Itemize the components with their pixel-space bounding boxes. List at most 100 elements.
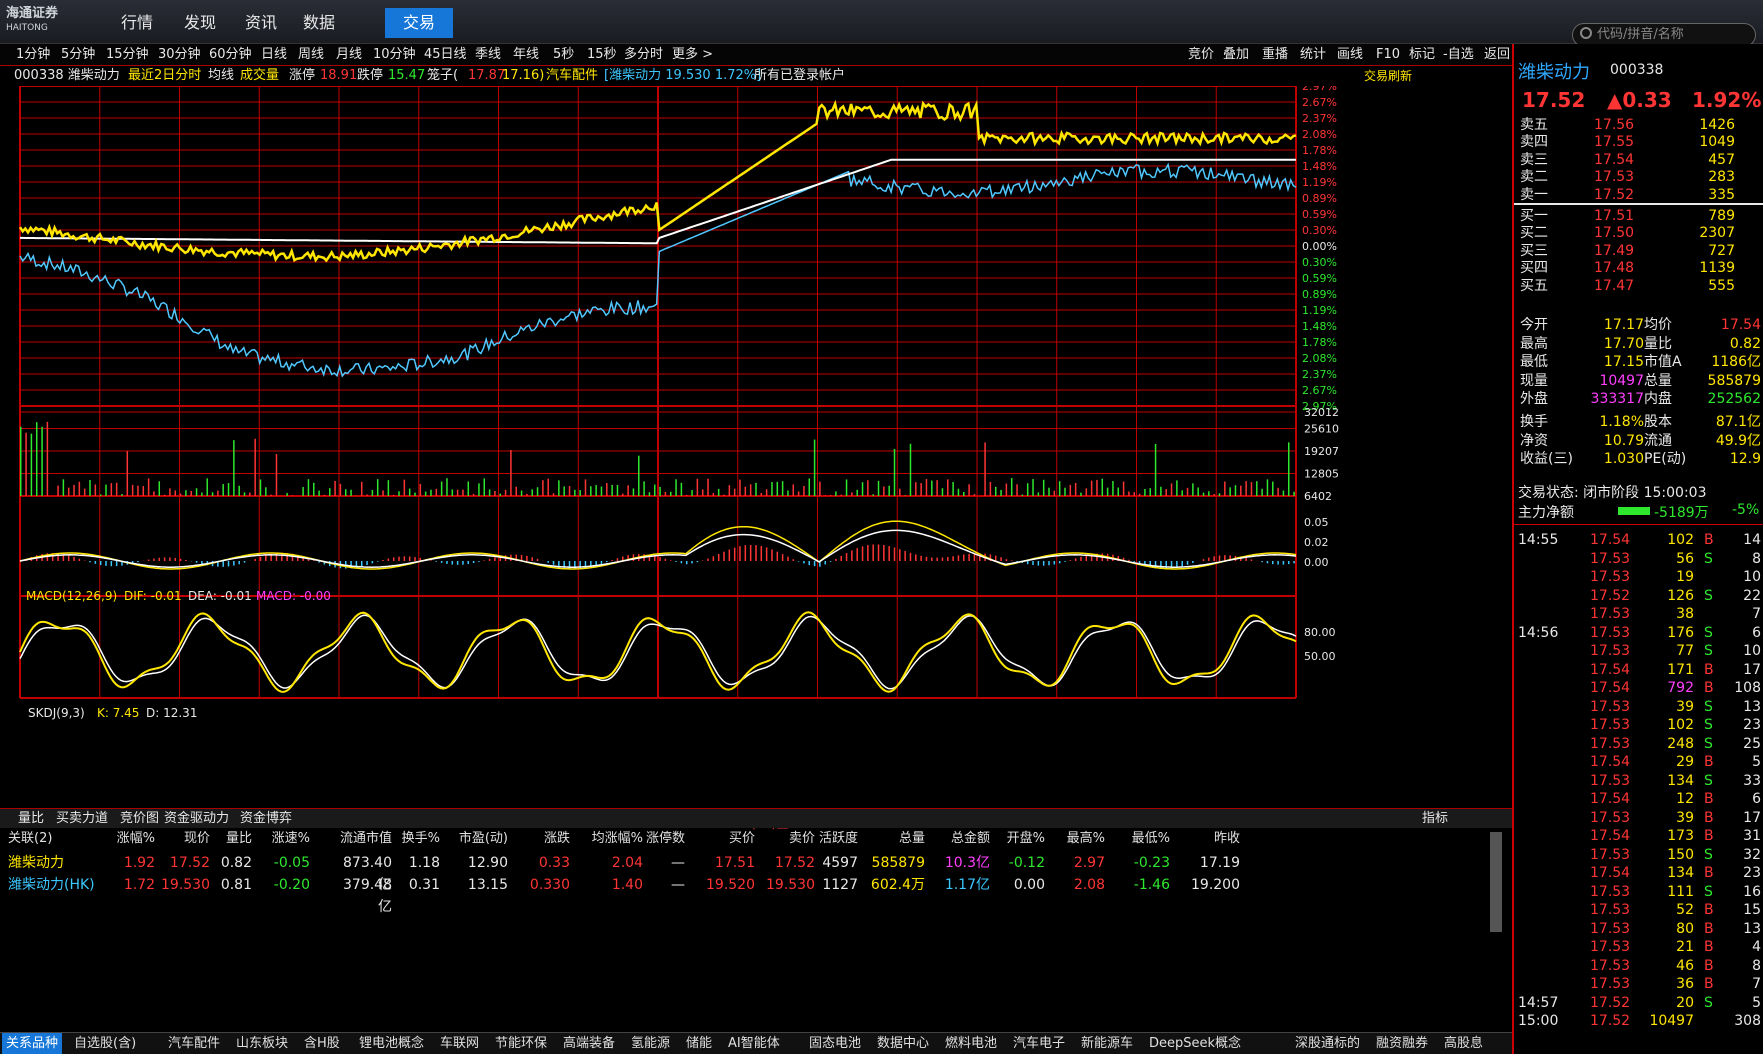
macd-bar (920, 555, 922, 561)
bottom-tab[interactable]: 关系品种 (2, 1033, 63, 1054)
period-60min[interactable]: 60分钟 (209, 44, 252, 66)
tool-overlay[interactable]: 叠加 (1223, 44, 1249, 66)
bottom-tab[interactable]: 储能 (682, 1033, 716, 1054)
table-header[interactable]: 涨幅% (100, 828, 155, 850)
table-header[interactable]: 开盘% (995, 828, 1045, 850)
bottom-tab[interactable]: 固态电池 (805, 1033, 865, 1054)
table-header[interactable]: 最低% (1115, 828, 1170, 850)
bottom-tab[interactable]: 自选股(含) (70, 1033, 140, 1054)
table-header[interactable]: 涨跌 (520, 828, 570, 850)
stat-value-2: 17.54 (1720, 317, 1761, 333)
tool-draw[interactable]: 画线 (1337, 44, 1363, 66)
period-month[interactable]: 月线 (336, 44, 362, 66)
nav-tab-news[interactable]: 资讯 (232, 8, 290, 38)
recent-2day-label[interactable]: 最近2日分时 (128, 66, 201, 86)
volume-bar (590, 486, 592, 496)
bottom-tab[interactable]: 数据中心 (873, 1033, 933, 1054)
table-header[interactable]: 量比 (210, 828, 252, 850)
nav-tab-discover[interactable]: 发现 (171, 8, 229, 38)
subtab-fund-game[interactable]: 资金博弈 (234, 809, 298, 829)
table-header[interactable]: 昨收 (1180, 828, 1240, 850)
subtab-volratio[interactable]: 量比 (12, 809, 50, 829)
volume-bar (574, 489, 576, 496)
bottom-tab[interactable]: 高股息 (1440, 1033, 1487, 1054)
volume-bar (755, 482, 757, 496)
tool-stats[interactable]: 统计 (1300, 44, 1326, 66)
period-10min[interactable]: 10分钟 (373, 44, 416, 66)
table-header[interactable]: 卖价 (760, 828, 815, 850)
period-45day[interactable]: 45日线 (424, 44, 467, 66)
volume-bar (696, 478, 699, 496)
volume-bar (1250, 482, 1253, 496)
period-15min[interactable]: 15分钟 (106, 44, 149, 66)
period-season[interactable]: 季线 (475, 44, 501, 66)
tool-auction[interactable]: 竞价 (1188, 44, 1214, 66)
tool-replay[interactable]: 重播 (1262, 44, 1288, 66)
bottom-tab[interactable]: AI智能体 (724, 1033, 784, 1054)
period-year[interactable]: 年线 (513, 44, 539, 66)
bottom-tab[interactable]: 含H股 (300, 1033, 344, 1054)
bottom-tab[interactable]: 锂电池概念 (355, 1033, 428, 1054)
bottom-tab[interactable]: 汽车配件 (164, 1033, 224, 1054)
ask-row: 卖一 17.52 335 (1514, 186, 1763, 205)
period-1min[interactable]: 1分钟 (16, 44, 50, 66)
table-header[interactable]: 总量 (870, 828, 925, 850)
macd-bar (739, 546, 741, 561)
macd-bar (664, 558, 667, 561)
price-chart[interactable]: 2.97% 2.67% 2.37% 2.08% 1.78% 1.48% 1.19% 0.89%… (0, 86, 1512, 806)
row-name[interactable]: 潍柴动力 (8, 852, 98, 874)
table-header[interactable]: 流通市值 (330, 828, 392, 850)
period-more[interactable]: 更多 > (672, 44, 713, 66)
tool-mark[interactable]: 标记 (1409, 44, 1435, 66)
bottom-tab[interactable]: 车联网 (436, 1033, 483, 1054)
table-header[interactable]: 关联(2) (8, 828, 98, 850)
table-header[interactable]: 活跃度 (810, 828, 858, 850)
bottom-tab[interactable]: 深股通标的 (1291, 1033, 1364, 1054)
nav-tab-trade[interactable]: 交易 (385, 8, 453, 38)
volume-bar (765, 489, 768, 496)
period-30min[interactable]: 30分钟 (158, 44, 201, 66)
sector-label[interactable]: 汽车配件 (546, 66, 598, 86)
nav-tab-market[interactable]: 行情 (108, 8, 166, 38)
bottom-tab[interactable]: 高端装备 (559, 1033, 619, 1054)
table-header[interactable]: 总金额 (935, 828, 990, 850)
period-5min[interactable]: 5分钟 (61, 44, 95, 66)
bottom-tab[interactable]: 氢能源 (627, 1033, 674, 1054)
tool-f10[interactable]: F10 (1376, 44, 1400, 66)
table-header[interactable]: 最高% (1055, 828, 1105, 850)
period-week[interactable]: 周线 (298, 44, 324, 66)
trade-refresh[interactable]: 交易刷新 (1364, 66, 1412, 86)
tool-watchlist[interactable]: -自选 (1443, 44, 1474, 66)
bottom-tab[interactable]: 融资融券 (1372, 1033, 1432, 1054)
table-header[interactable]: 现价 (160, 828, 210, 850)
bottom-tab[interactable]: 山东板块 (232, 1033, 292, 1054)
tool-back[interactable]: 返回 (1484, 44, 1510, 66)
subtab-fund-drive[interactable]: 资金驱动力 (158, 809, 235, 829)
period-5s[interactable]: 5秒 (553, 44, 574, 66)
bottom-tab[interactable]: DeepSeek概念 (1145, 1033, 1245, 1054)
bottom-tab[interactable]: 节能环保 (491, 1033, 551, 1054)
table-header[interactable]: 换手% (390, 828, 440, 850)
nav-tab-data[interactable]: 数据 (290, 8, 348, 38)
tick-list[interactable]: 14:55 17.54 102 B 14 17.53 56 S 8 17.53 19 10 17.52 1… (1514, 524, 1763, 1054)
tick-price: 17.52 (1590, 994, 1631, 1011)
table-header[interactable]: 买价 (700, 828, 755, 850)
vol-tick-label: 25610 (1304, 423, 1339, 436)
indicator-button[interactable]: 指标 (1416, 809, 1454, 829)
table-scrollbar[interactable] (1490, 832, 1502, 932)
table-header[interactable]: 市盈(动) (450, 828, 508, 850)
period-15s[interactable]: 15秒 (587, 44, 617, 66)
period-day[interactable]: 日线 (261, 44, 287, 66)
bottom-tab[interactable]: 新能源车 (1077, 1033, 1137, 1054)
row-name[interactable]: 潍柴动力(HK) (8, 874, 98, 896)
bottom-tab[interactable]: 汽车电子 (1009, 1033, 1069, 1054)
table-header[interactable]: 涨速% (260, 828, 310, 850)
table-header[interactable]: 涨停数 (640, 828, 685, 850)
subtab-force[interactable]: 买卖力道 (50, 809, 114, 829)
table-header[interactable]: 均涨幅% (585, 828, 643, 850)
macd-bar (936, 557, 938, 561)
bottom-tab[interactable]: 燃料电池 (941, 1033, 1001, 1054)
period-multi[interactable]: 多分时 (624, 44, 663, 66)
volume-bar (1218, 493, 1221, 496)
volume-bar (558, 480, 560, 496)
